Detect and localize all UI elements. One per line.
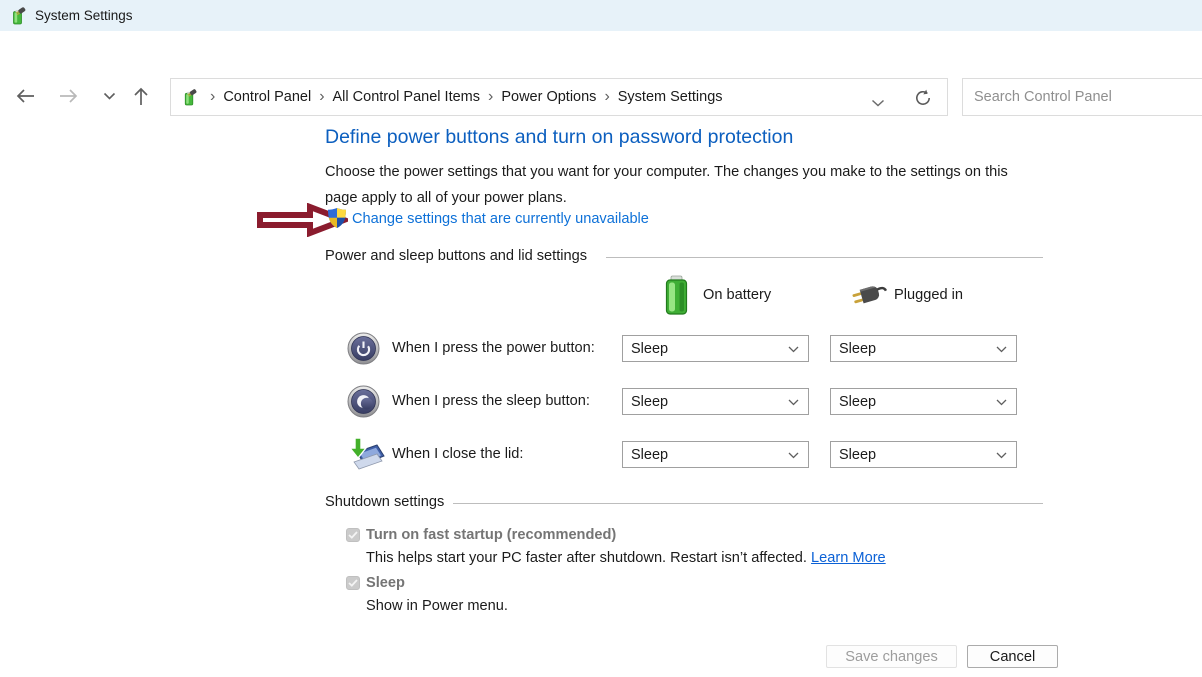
chevron-down-icon — [871, 99, 885, 107]
breadcrumb: › Control Panel › All Control Panel Item… — [170, 78, 948, 116]
row-label-close-lid: When I close the lid: — [392, 446, 523, 462]
breadcrumb-item-system-settings[interactable]: System Settings — [618, 89, 723, 105]
select-value: Sleep — [631, 447, 668, 463]
lid-close-icon — [344, 436, 385, 473]
fast-startup-checkbox[interactable] — [346, 528, 360, 542]
chevron-down-icon — [103, 92, 116, 100]
up-arrow-icon — [132, 85, 150, 107]
section-title-shutdown: Shutdown settings — [325, 494, 444, 510]
select-value: Sleep — [839, 341, 876, 357]
cancel-button[interactable]: Cancel — [967, 645, 1058, 668]
back-button[interactable] — [12, 85, 38, 107]
sleep-button-plugged-in-select[interactable]: Sleep — [830, 388, 1017, 415]
breadcrumb-separator-icon: › — [311, 89, 332, 105]
recent-pages-button[interactable] — [96, 85, 122, 107]
search-box — [962, 78, 1202, 116]
check-icon — [348, 531, 358, 539]
forward-arrow-icon — [58, 87, 80, 105]
refresh-icon — [913, 88, 933, 108]
breadcrumb-item-power-options[interactable]: Power Options — [501, 89, 596, 105]
breadcrumb-separator-icon: › — [596, 89, 617, 105]
search-input[interactable] — [963, 79, 1202, 115]
chevron-down-icon — [996, 346, 1007, 353]
up-button[interactable] — [128, 85, 154, 107]
forward-button[interactable] — [56, 85, 82, 107]
power-button-plugged-in-select[interactable]: Sleep — [830, 335, 1017, 362]
section-divider — [606, 257, 1043, 258]
fast-startup-label: Turn on fast startup (recommended) — [366, 527, 616, 543]
uac-shield-icon — [327, 207, 347, 229]
learn-more-link[interactable]: Learn More — [811, 550, 886, 566]
close-lid-on-battery-select[interactable]: Sleep — [622, 441, 809, 468]
intro-text: Choose the power settings that you want … — [325, 159, 1031, 211]
select-value: Sleep — [839, 447, 876, 463]
address-dropdown-button[interactable] — [871, 94, 885, 112]
sleep-option-description: Show in Power menu. — [366, 598, 508, 614]
chevron-down-icon — [996, 399, 1007, 406]
sleep-option-label: Sleep — [366, 575, 405, 591]
column-header-plugged-in: Plugged in — [894, 287, 963, 303]
sleep-checkbox[interactable] — [346, 576, 360, 590]
fast-startup-description-text: This helps start your PC faster after sh… — [366, 550, 811, 566]
section-title-power-buttons: Power and sleep buttons and lid settings — [325, 248, 587, 264]
fast-startup-description: This helps start your PC faster after sh… — [366, 550, 886, 566]
row-label-sleep-button: When I press the sleep button: — [392, 393, 590, 409]
title-bar: System Settings — [0, 0, 1202, 31]
check-icon — [348, 579, 358, 587]
chevron-down-icon — [788, 346, 799, 353]
select-value: Sleep — [839, 394, 876, 410]
chevron-down-icon — [996, 452, 1007, 459]
breadcrumb-item-all-control-panel-items[interactable]: All Control Panel Items — [333, 89, 480, 105]
select-value: Sleep — [631, 341, 668, 357]
plug-icon — [848, 279, 890, 311]
battery-icon — [664, 275, 689, 316]
refresh-button[interactable] — [913, 88, 933, 108]
row-label-power-button: When I press the power button: — [392, 340, 595, 356]
sleep-button-icon — [347, 385, 380, 418]
select-value: Sleep — [631, 394, 668, 410]
chevron-down-icon — [788, 399, 799, 406]
power-options-icon — [9, 7, 27, 25]
change-settings-unavailable-link[interactable]: Change settings that are currently unava… — [352, 211, 649, 227]
navigation-toolbar: › Control Panel › All Control Panel Item… — [0, 31, 1202, 93]
close-lid-plugged-in-select[interactable]: Sleep — [830, 441, 1017, 468]
breadcrumb-item-control-panel[interactable]: Control Panel — [223, 89, 311, 105]
sleep-button-on-battery-select[interactable]: Sleep — [622, 388, 809, 415]
power-options-icon — [181, 89, 198, 106]
window-title: System Settings — [35, 8, 133, 23]
breadcrumb-separator-icon: › — [202, 89, 223, 105]
power-button-on-battery-select[interactable]: Sleep — [622, 335, 809, 362]
power-button-icon — [347, 332, 380, 365]
column-header-on-battery: On battery — [703, 287, 771, 303]
chevron-down-icon — [788, 452, 799, 459]
page-title: Define power buttons and turn on passwor… — [325, 126, 793, 149]
section-divider — [453, 503, 1043, 504]
back-arrow-icon — [14, 87, 36, 105]
save-changes-button[interactable]: Save changes — [826, 645, 957, 668]
system-settings-window: System Settings — [0, 0, 1202, 677]
breadcrumb-separator-icon: › — [480, 89, 501, 105]
